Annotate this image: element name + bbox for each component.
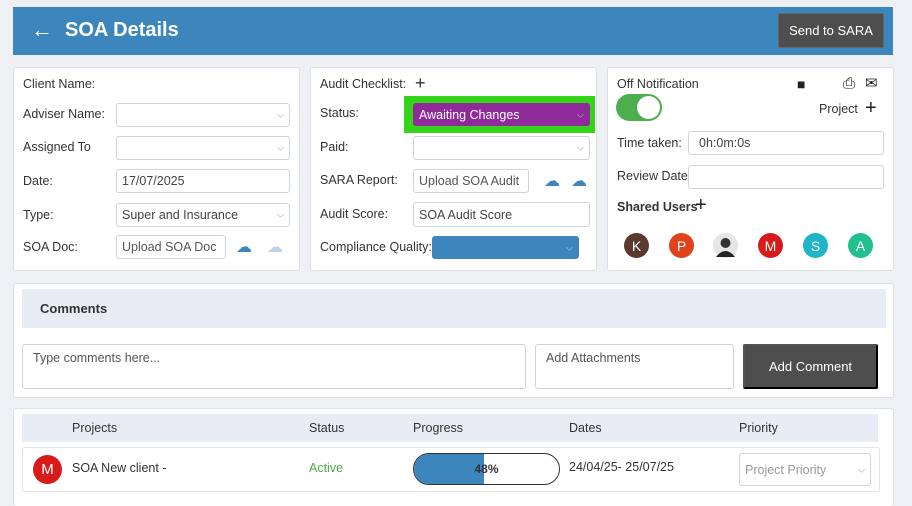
time-taken-input[interactable]: 0h:0m:0s — [688, 131, 884, 155]
cloud-download-icon[interactable]: ☁ — [571, 171, 587, 191]
shared-user-avatar[interactable] — [713, 233, 738, 258]
soa-doc-label: SOA Doc: — [23, 240, 78, 254]
project-name[interactable]: SOA New client - — [72, 460, 166, 476]
project-dates: 24/04/25- 25/07/25 — [569, 460, 674, 474]
date-value: 17/07/2025 — [122, 174, 185, 188]
chevron-down-icon: ⌵ — [277, 209, 284, 220]
toggle-knob — [637, 96, 660, 119]
plus-icon[interactable]: + — [415, 73, 426, 94]
paid-label: Paid: — [320, 140, 349, 154]
priority-placeholder: Project Priority — [745, 462, 827, 477]
type-label: Type: — [23, 208, 54, 222]
chevron-down-icon: ⌵ — [858, 464, 865, 474]
chevron-down-icon: ⌵ — [277, 109, 284, 120]
briefcase-icon[interactable]: ■ — [797, 76, 805, 92]
audit-score-input[interactable]: SOA Audit Score — [413, 202, 590, 227]
review-date-input[interactable] — [688, 165, 884, 189]
chevron-down-icon: ⌵ — [577, 109, 584, 119]
add-user-icon[interactable]: + — [695, 194, 707, 216]
project-status: Active — [309, 461, 344, 475]
project-avatar: M — [33, 455, 62, 484]
off-notification-label: Off Notification — [617, 77, 699, 91]
column-header-status: Status — [309, 421, 345, 435]
adviser-select[interactable]: ⌵ — [116, 103, 290, 127]
audit-score-value: SOA Audit Score — [419, 207, 513, 222]
date-label: Date: — [23, 174, 53, 188]
comments-title: Comments — [40, 301, 108, 316]
shared-user-avatar[interactable]: K — [624, 233, 649, 258]
mail-icon[interactable]: ✉ — [865, 74, 878, 92]
project-progress-bar: 48% — [413, 453, 560, 485]
sara-report-upload-text: Upload SOA Audit — [419, 174, 520, 188]
attachments-input[interactable]: Add Attachments — [535, 344, 734, 389]
audit-score-label: Audit Score: — [320, 207, 389, 221]
add-comment-button[interactable]: Add Comment — [743, 344, 878, 389]
sara-report-label: SARA Report: — [320, 173, 398, 187]
chevron-down-icon: ⌵ — [277, 142, 284, 153]
comment-placeholder: Type comments here... — [33, 351, 161, 365]
comments-header — [22, 289, 886, 328]
assigned-to-select[interactable]: ⌵ — [116, 136, 290, 160]
add-project-icon[interactable]: + — [865, 97, 877, 119]
column-header-dates: Dates — [569, 421, 602, 435]
type-value: Super and Insurance — [122, 208, 239, 222]
shared-user-avatar[interactable]: M — [758, 233, 783, 258]
attachments-placeholder: Add Attachments — [546, 351, 641, 365]
cloud-upload-icon[interactable]: ☁ — [236, 237, 252, 257]
page-header: ← SOA Details Send to SARA — [13, 7, 893, 55]
shared-user-avatar[interactable]: P — [669, 233, 694, 258]
cloud-download-icon[interactable]: ☁ — [267, 237, 283, 257]
back-arrow-icon[interactable]: ← — [31, 18, 53, 42]
soa-doc-upload[interactable]: Upload SOA Doc — [116, 235, 226, 259]
type-select[interactable]: Super and Insurance ⌵ — [116, 203, 290, 227]
client-name-label: Client Name: — [23, 77, 96, 91]
shared-user-avatar[interactable]: S — [803, 233, 828, 258]
comment-textarea[interactable]: Type comments here... — [22, 344, 526, 389]
shared-users-label: Shared Users — [617, 200, 698, 214]
project-label: Project — [819, 102, 858, 116]
send-to-sara-button[interactable]: Send to SARA — [778, 13, 884, 48]
status-value: Awaiting Changes — [419, 107, 520, 122]
assigned-to-label: Assigned To — [23, 140, 91, 154]
time-taken-label: Time taken: — [617, 136, 682, 150]
paid-select[interactable]: ⌵ — [413, 136, 590, 160]
shared-user-avatar[interactable]: A — [848, 233, 873, 258]
chevron-down-icon: ⌵ — [566, 242, 573, 252]
status-select[interactable]: Awaiting Changes ⌵ — [413, 103, 590, 126]
column-header-progress: Progress — [413, 421, 464, 435]
compliance-quality-select[interactable]: ⌵ — [432, 236, 579, 259]
column-header-projects: Projects — [72, 421, 118, 435]
audit-checklist-label: Audit Checklist: — [320, 77, 407, 91]
compliance-quality-label: Compliance Quality: — [320, 240, 432, 254]
chevron-down-icon: ⌵ — [577, 142, 584, 153]
review-date-label: Review Date: — [617, 169, 692, 183]
date-input[interactable]: 17/07/2025 — [116, 169, 290, 193]
sara-report-upload[interactable]: Upload SOA Audit — [413, 169, 529, 193]
adviser-name-label: Adviser Name: — [23, 107, 105, 121]
cloud-upload-icon[interactable]: ☁ — [544, 171, 560, 191]
page-title: SOA Details — [65, 19, 179, 41]
priority-select[interactable]: Project Priority ⌵ — [739, 453, 871, 486]
printer-icon[interactable]: ⎙ — [843, 75, 855, 92]
column-header-priority: Priority — [739, 421, 778, 435]
notification-toggle[interactable] — [616, 94, 662, 121]
status-label: Status: — [320, 106, 359, 120]
time-taken-value: 0h:0m:0s — [699, 136, 751, 150]
soa-doc-upload-text: Upload SOA Doc — [122, 240, 217, 254]
progress-text: 48% — [474, 462, 499, 476]
